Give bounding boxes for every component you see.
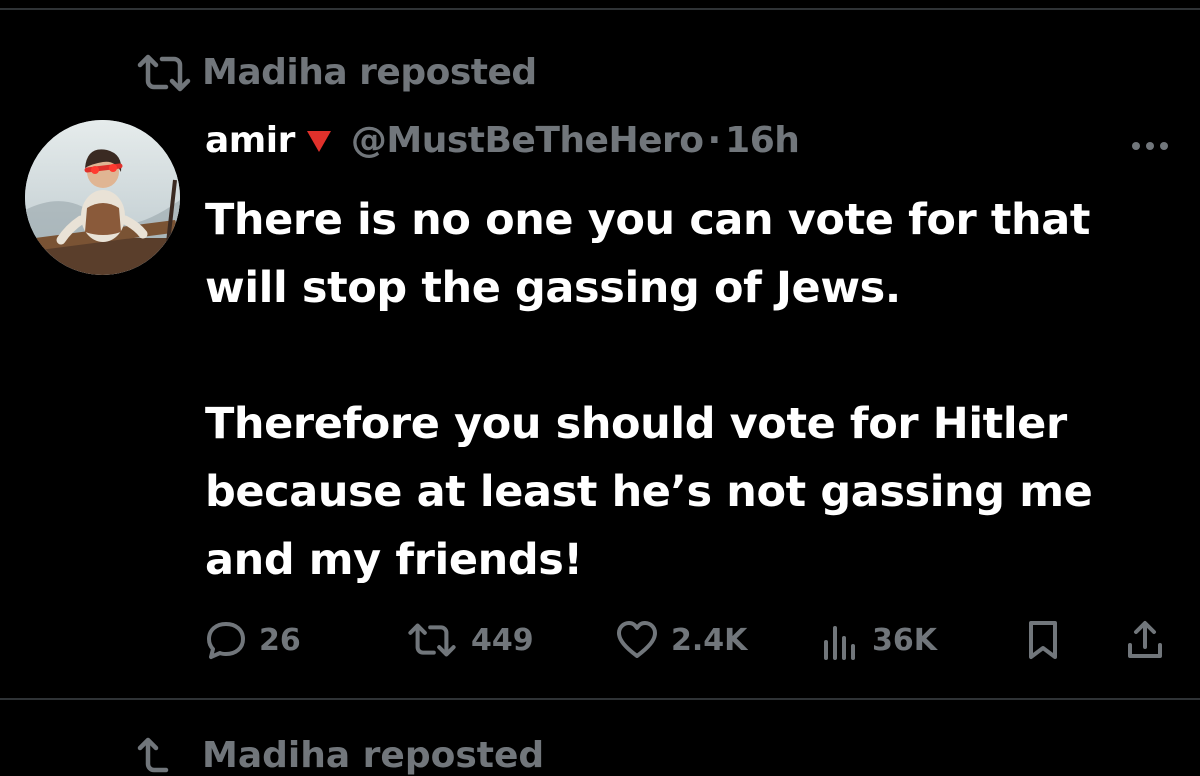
repost-icon	[137, 54, 191, 91]
avatar-image	[25, 120, 180, 275]
tweet-paragraph: There is no one you can vote for that wi…	[205, 195, 1091, 313]
user-handle[interactable]: @MustBeTheHero	[351, 120, 704, 161]
display-name[interactable]: amir	[205, 120, 295, 161]
views-icon	[824, 626, 855, 660]
share-button[interactable]	[1125, 610, 1177, 670]
top-divider	[0, 8, 1200, 10]
timestamp[interactable]: 16h	[725, 120, 800, 161]
separator-dot: ·	[707, 120, 722, 161]
like-button[interactable]: 2.4K	[615, 610, 747, 670]
reply-count: 26	[259, 622, 301, 658]
tweet-paragraph: Therefore you should vote for Hitler bec…	[205, 399, 1093, 585]
next-repost-indicator[interactable]: Madiha reposted	[134, 735, 544, 776]
more-icon	[1132, 142, 1168, 150]
like-count: 2.4K	[671, 622, 748, 658]
repost-count: 449	[471, 622, 534, 658]
view-count: 36K	[872, 622, 937, 658]
bookmark-button[interactable]	[1025, 610, 1073, 670]
avatar[interactable]	[25, 120, 180, 275]
repost-icon	[408, 623, 456, 657]
repost-icon	[137, 737, 169, 772]
reply-button[interactable]: 26	[205, 610, 301, 670]
repost-button[interactable]: 449	[405, 610, 534, 670]
next-repost-label: Madiha reposted	[202, 735, 545, 776]
tweet-text: There is no one you can vote for that wi…	[205, 186, 1165, 594]
heart-icon	[617, 621, 657, 658]
bookmark-icon	[1029, 621, 1057, 659]
bottom-divider	[0, 698, 1200, 700]
red-triangle-icon	[306, 130, 331, 152]
views-button[interactable]: 36K	[820, 610, 937, 670]
reply-icon	[207, 622, 245, 659]
repost-label: Madiha reposted	[202, 52, 537, 93]
more-options-button[interactable]	[1120, 126, 1180, 166]
repost-indicator[interactable]: Madiha reposted	[134, 52, 537, 93]
tweet-actions: 26 449 2.4K 36K	[205, 610, 1175, 670]
share-icon	[1128, 621, 1162, 658]
tweet-header: amir @MustBeTheHero · 16h	[205, 120, 800, 161]
